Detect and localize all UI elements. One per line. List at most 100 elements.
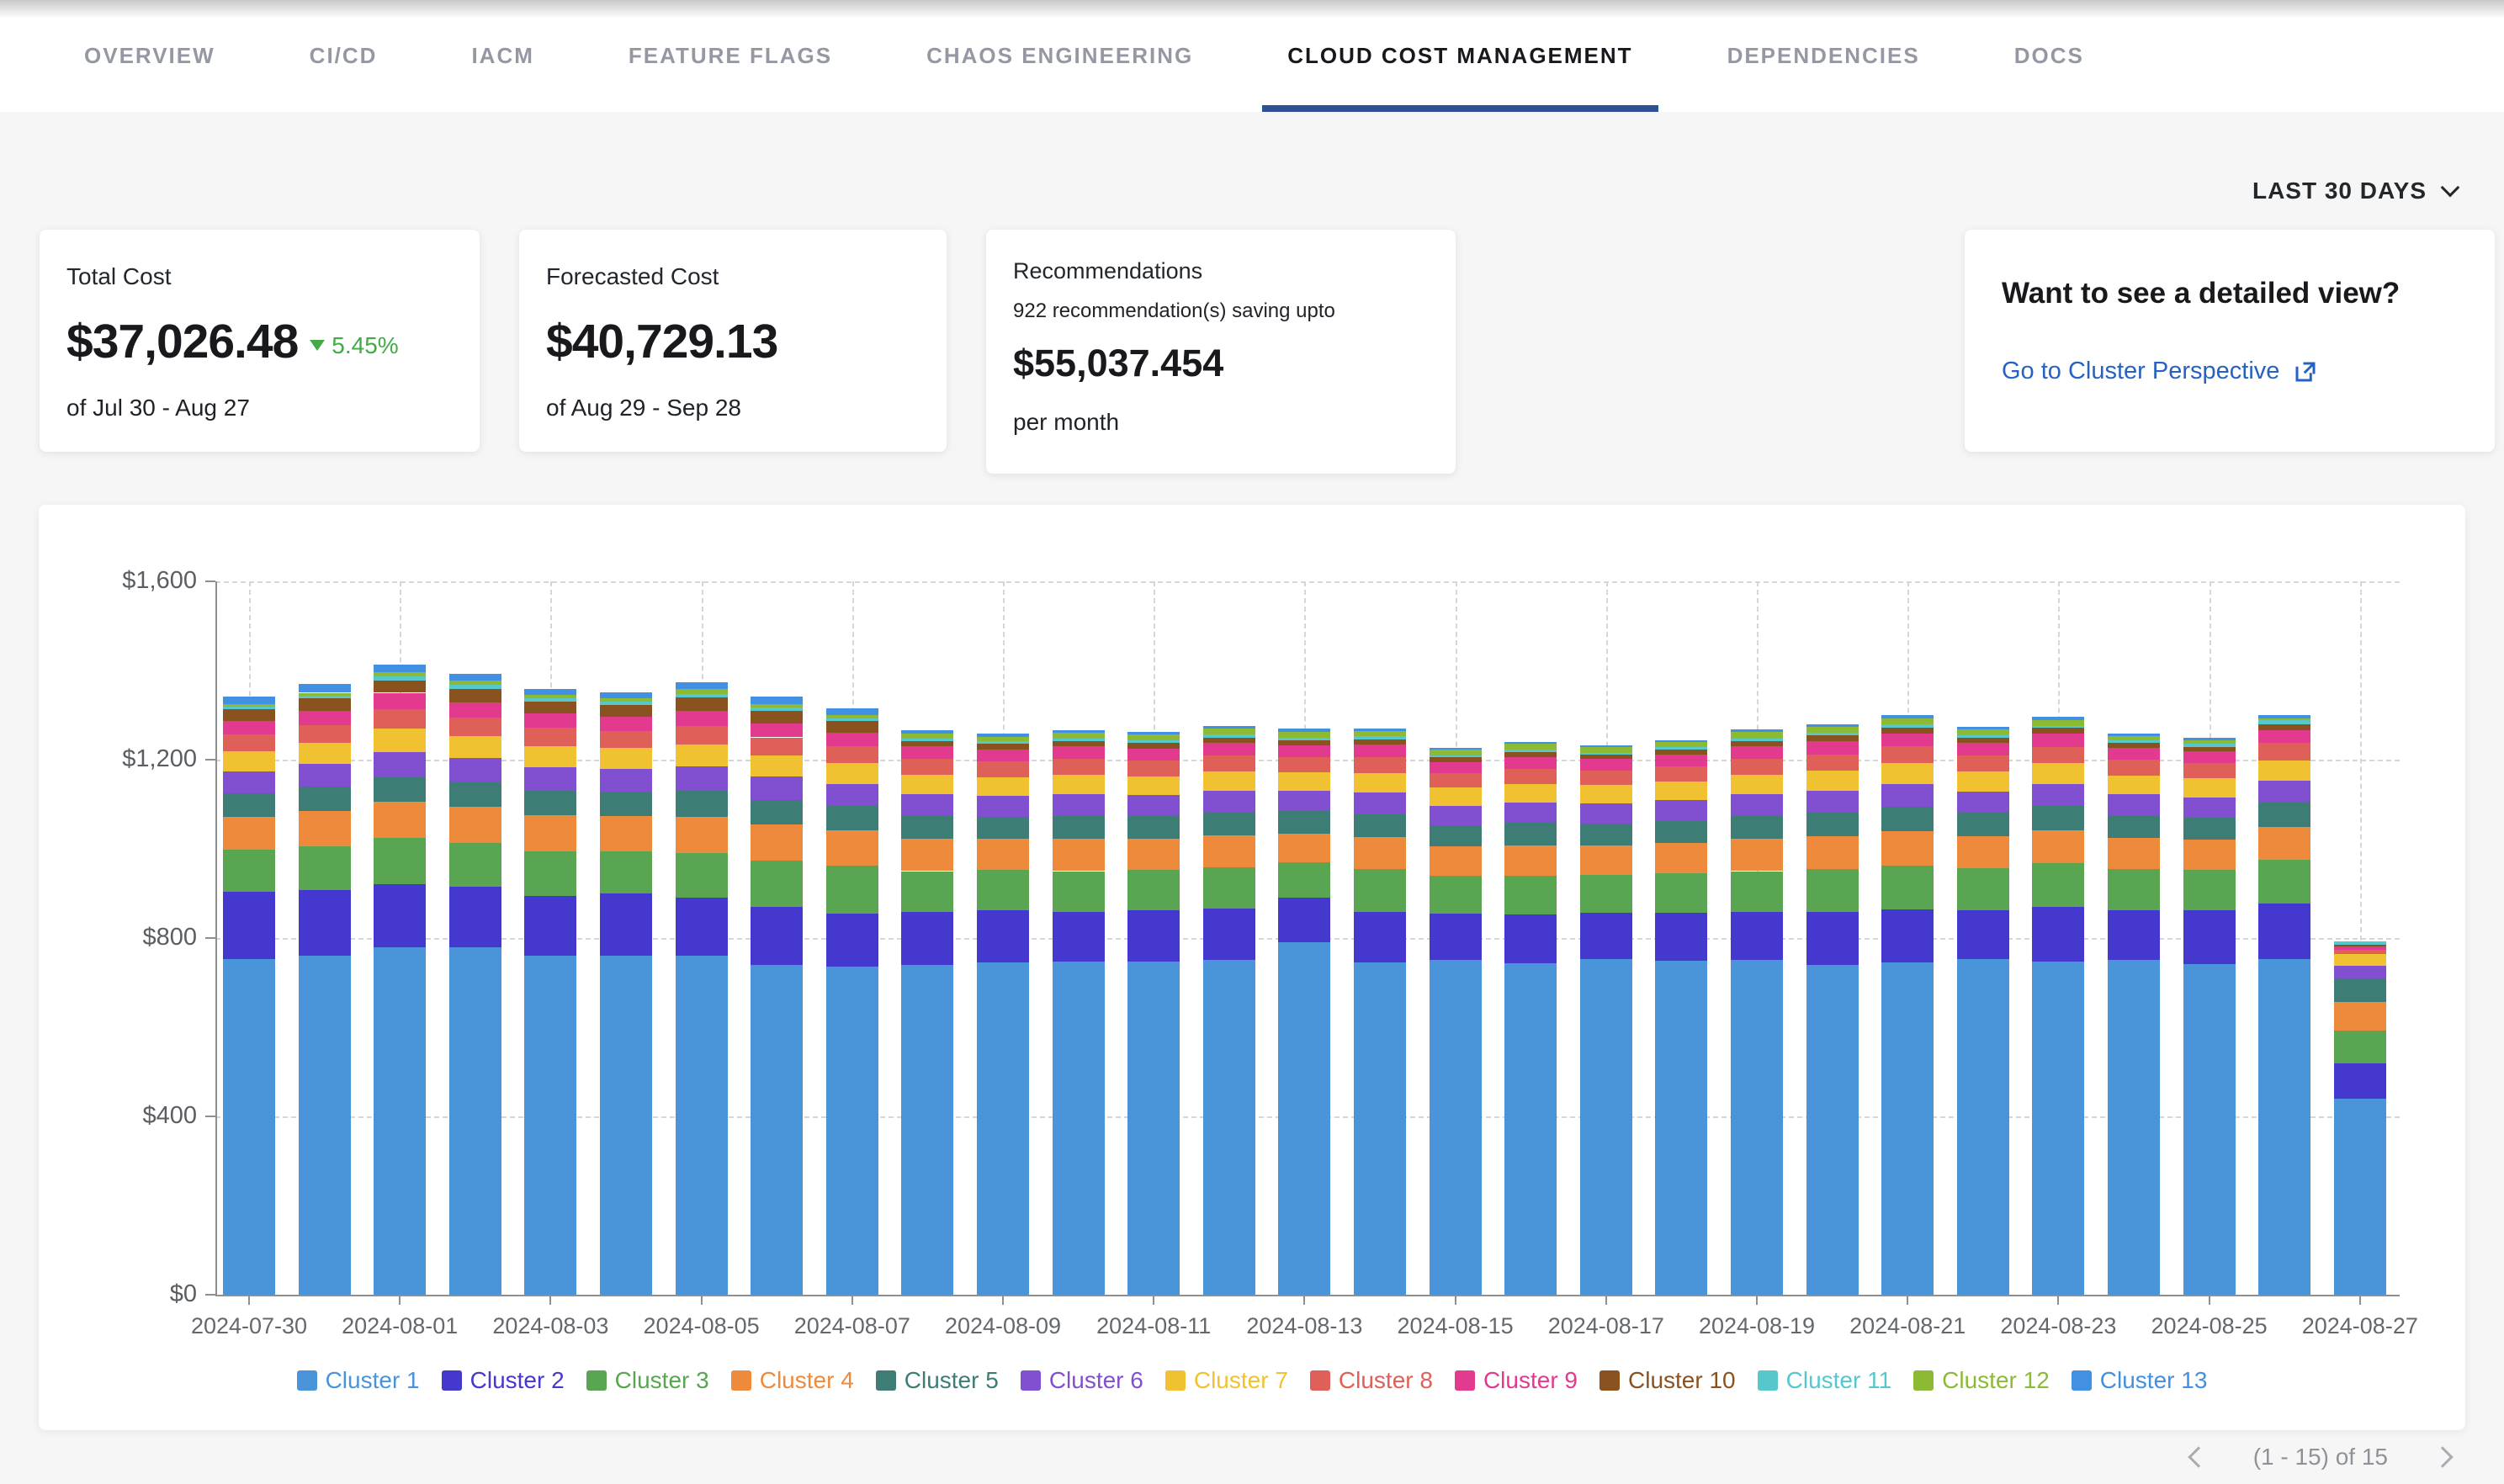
bar-2024-07-30[interactable] xyxy=(223,697,275,1295)
tab-overview[interactable]: OVERVIEW xyxy=(84,0,215,112)
legend-item-cluster-5[interactable]: Cluster 5 xyxy=(876,1367,999,1394)
bar-2024-08-20[interactable] xyxy=(1806,724,1859,1295)
bar-2024-08-22[interactable] xyxy=(1957,727,2009,1295)
bar-2024-08-17[interactable] xyxy=(1580,745,1632,1295)
bar-2024-08-09[interactable] xyxy=(977,734,1029,1295)
bar-2024-08-23[interactable] xyxy=(2032,717,2084,1295)
bar-segment-cluster-2 xyxy=(1127,910,1180,961)
bar-segment-cluster-10 xyxy=(1278,740,1330,745)
bar-segment-cluster-13 xyxy=(751,697,803,703)
cluster-perspective-link[interactable]: Go to Cluster Perspective xyxy=(2002,358,2318,385)
tab-docs[interactable]: DOCS xyxy=(2014,0,2084,112)
bar-2024-08-04[interactable] xyxy=(600,692,652,1295)
bar-segment-cluster-13 xyxy=(826,708,878,715)
time-range-dropdown[interactable]: LAST 30 DAYS xyxy=(2252,178,2457,204)
bar-segment-cluster-3 xyxy=(1053,872,1105,913)
bar-segment-cluster-7 xyxy=(524,746,576,767)
y-axis-tick xyxy=(205,937,215,939)
legend-item-cluster-8[interactable]: Cluster 8 xyxy=(1310,1367,1433,1394)
bar-2024-08-13[interactable] xyxy=(1278,729,1330,1295)
bar-2024-08-19[interactable] xyxy=(1731,729,1783,1295)
pagination-next-icon[interactable] xyxy=(2432,1446,2453,1467)
bar-segment-cluster-8 xyxy=(1806,755,1859,771)
legend-item-cluster-9[interactable]: Cluster 9 xyxy=(1455,1367,1578,1394)
bar-segment-cluster-1 xyxy=(1053,962,1105,1295)
legend-item-cluster-4[interactable]: Cluster 4 xyxy=(731,1367,854,1394)
y-axis-label: $0 xyxy=(62,1280,197,1308)
bar-segment-cluster-10 xyxy=(449,689,501,702)
bar-segment-cluster-8 xyxy=(826,746,878,763)
bar-segment-cluster-8 xyxy=(751,738,803,755)
bar-segment-cluster-7 xyxy=(299,743,351,764)
bar-segment-cluster-11 xyxy=(223,707,275,709)
bar-segment-cluster-8 xyxy=(1053,759,1105,775)
tab-cloud-cost-management[interactable]: CLOUD COST MANAGEMENT xyxy=(1287,0,1632,112)
bar-2024-08-24[interactable] xyxy=(2108,734,2160,1295)
bar-segment-cluster-6 xyxy=(600,769,652,792)
bar-segment-cluster-2 xyxy=(1580,913,1632,960)
legend-item-cluster-6[interactable]: Cluster 6 xyxy=(1021,1367,1143,1394)
bar-segment-cluster-1 xyxy=(1127,962,1180,1295)
bar-segment-cluster-7 xyxy=(1655,782,1707,800)
bar-segment-cluster-2 xyxy=(2108,910,2160,960)
bar-segment-cluster-10 xyxy=(2183,747,2236,752)
tab-ci-cd[interactable]: CI/CD xyxy=(310,0,378,112)
bar-segment-cluster-13 xyxy=(600,692,652,698)
bar-2024-08-08[interactable] xyxy=(901,730,953,1295)
bar-2024-08-07[interactable] xyxy=(826,708,878,1295)
bar-segment-cluster-1 xyxy=(1278,942,1330,1295)
bar-2024-07-31[interactable] xyxy=(299,684,351,1295)
tab-iacm[interactable]: IACM xyxy=(471,0,533,112)
y-axis-tick xyxy=(205,759,215,761)
tab-dependencies[interactable]: DEPENDENCIES xyxy=(1727,0,1920,112)
bar-segment-cluster-9 xyxy=(1053,746,1105,759)
legend-item-cluster-12[interactable]: Cluster 12 xyxy=(1913,1367,2050,1394)
legend-item-cluster-1[interactable]: Cluster 1 xyxy=(297,1367,420,1394)
bar-segment-cluster-2 xyxy=(1655,913,1707,961)
bar-segment-cluster-12 xyxy=(2258,718,2310,720)
bar-segment-cluster-8 xyxy=(1957,755,2009,771)
bar-2024-08-14[interactable] xyxy=(1354,729,1406,1295)
bar-segment-cluster-12 xyxy=(751,704,803,708)
bar-2024-08-25[interactable] xyxy=(2183,738,2236,1295)
bar-2024-08-11[interactable] xyxy=(1127,732,1180,1295)
bar-segment-cluster-6 xyxy=(977,796,1029,816)
legend-item-cluster-13[interactable]: Cluster 13 xyxy=(2072,1367,2208,1394)
legend-item-cluster-11[interactable]: Cluster 11 xyxy=(1758,1367,1892,1394)
bar-segment-cluster-9 xyxy=(1957,743,2009,755)
bar-segment-cluster-3 xyxy=(1957,868,2009,910)
bar-segment-cluster-6 xyxy=(751,776,803,800)
tab-chaos-engineering[interactable]: CHAOS ENGINEERING xyxy=(926,0,1193,112)
bar-2024-08-15[interactable] xyxy=(1430,748,1482,1295)
bar-2024-08-27[interactable] xyxy=(2334,941,2386,1295)
bar-2024-08-02[interactable] xyxy=(449,674,501,1295)
legend-item-cluster-3[interactable]: Cluster 3 xyxy=(586,1367,709,1394)
bar-segment-cluster-3 xyxy=(676,853,728,898)
bar-2024-08-21[interactable] xyxy=(1881,715,1934,1295)
bar-2024-08-10[interactable] xyxy=(1053,730,1105,1295)
bar-segment-cluster-11 xyxy=(1127,740,1180,743)
bar-segment-cluster-9 xyxy=(299,711,351,725)
y-axis-line xyxy=(215,581,217,1295)
tab-feature-flags[interactable]: FEATURE FLAGS xyxy=(629,0,832,112)
legend-item-cluster-7[interactable]: Cluster 7 xyxy=(1165,1367,1288,1394)
bar-2024-08-06[interactable] xyxy=(751,697,803,1295)
legend-swatch xyxy=(1913,1370,1934,1391)
bar-segment-cluster-2 xyxy=(449,887,501,947)
legend-item-cluster-2[interactable]: Cluster 2 xyxy=(442,1367,565,1394)
bar-segment-cluster-2 xyxy=(1731,912,1783,960)
bar-2024-08-01[interactable] xyxy=(374,665,426,1295)
bar-segment-cluster-11 xyxy=(1655,747,1707,750)
bar-2024-08-05[interactable] xyxy=(676,682,728,1295)
pagination-prev-icon[interactable] xyxy=(2188,1446,2209,1467)
bar-2024-08-18[interactable] xyxy=(1655,740,1707,1295)
bar-2024-08-12[interactable] xyxy=(1203,726,1255,1295)
bar-2024-08-03[interactable] xyxy=(524,689,576,1295)
bar-segment-cluster-8 xyxy=(1203,755,1255,771)
bar-2024-08-16[interactable] xyxy=(1504,742,1557,1295)
y-axis-tick xyxy=(205,580,215,582)
bar-segment-cluster-2 xyxy=(901,912,953,965)
legend-swatch xyxy=(1165,1370,1186,1391)
legend-item-cluster-10[interactable]: Cluster 10 xyxy=(1599,1367,1736,1394)
bar-2024-08-26[interactable] xyxy=(2258,715,2310,1295)
